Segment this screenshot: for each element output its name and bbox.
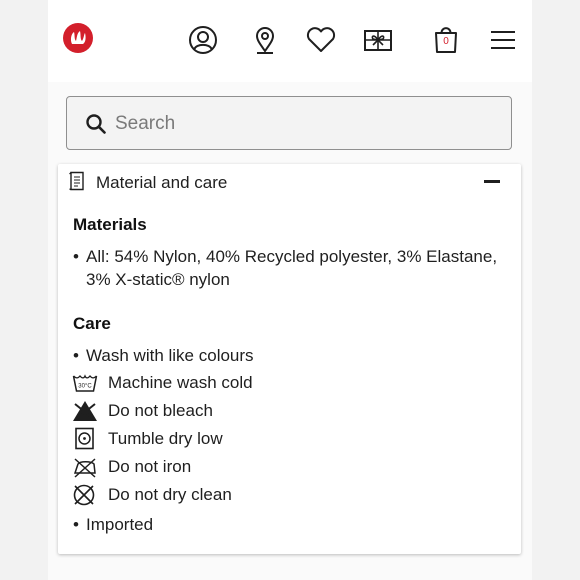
care-text: Do not iron [108, 457, 192, 476]
accordion-title: Material and care [96, 173, 228, 192]
care-text: Do not dry clean [108, 485, 232, 504]
search-icon [86, 114, 106, 134]
material-care-panel: Material and care Materials • All: 54% N… [58, 164, 521, 554]
care-text: Machine wash cold [108, 373, 253, 392]
do-not-bleach-icon [73, 401, 97, 421]
care-list-item: Do not dry clean [72, 483, 492, 507]
care-text: Wash with like colours [86, 346, 254, 365]
search-input[interactable] [113, 107, 497, 141]
care-heading: Care [73, 314, 111, 333]
gift-card-icon[interactable] [361, 23, 395, 57]
materials-heading: Materials [73, 215, 147, 234]
search-bar[interactable] [66, 96, 512, 150]
do-not-dry-clean-icon [73, 484, 95, 506]
care-list-item: 30°C Machine wash cold [72, 371, 492, 395]
menu-icon[interactable] [486, 23, 520, 57]
wishlist-icon[interactable] [304, 23, 338, 57]
material-care-accordion-header[interactable]: Material and care [58, 164, 521, 200]
shopping-bag-icon[interactable]: 0 [429, 23, 463, 57]
machine-wash-cold-icon: 30°C [72, 374, 98, 392]
collapse-icon[interactable] [484, 180, 500, 183]
materials-text: All: 54% Nylon, 40% Recycled polyester, … [86, 247, 498, 289]
bullet-icon: • [73, 346, 79, 365]
care-text: Tumble dry low [108, 429, 223, 448]
tumble-dry-low-icon [75, 427, 94, 450]
care-text: Imported [86, 515, 154, 534]
brand-logo[interactable] [63, 23, 93, 53]
bullet-icon: • [73, 515, 79, 534]
care-text: Do not bleach [108, 401, 213, 420]
bullet-icon: • [73, 247, 79, 266]
store-locator-icon[interactable] [248, 23, 282, 57]
svg-text:30°C: 30°C [78, 384, 92, 390]
care-list-item: Do not bleach [72, 399, 492, 423]
care-list-item: Tumble dry low [72, 427, 492, 451]
lululemon-logo-icon [70, 31, 86, 44]
do-not-iron-icon [73, 458, 96, 478]
care-label-icon [69, 171, 84, 191]
bag-count-badge: 0 [443, 36, 449, 47]
care-list-item: Do not iron [72, 455, 492, 479]
account-icon[interactable] [186, 23, 220, 57]
